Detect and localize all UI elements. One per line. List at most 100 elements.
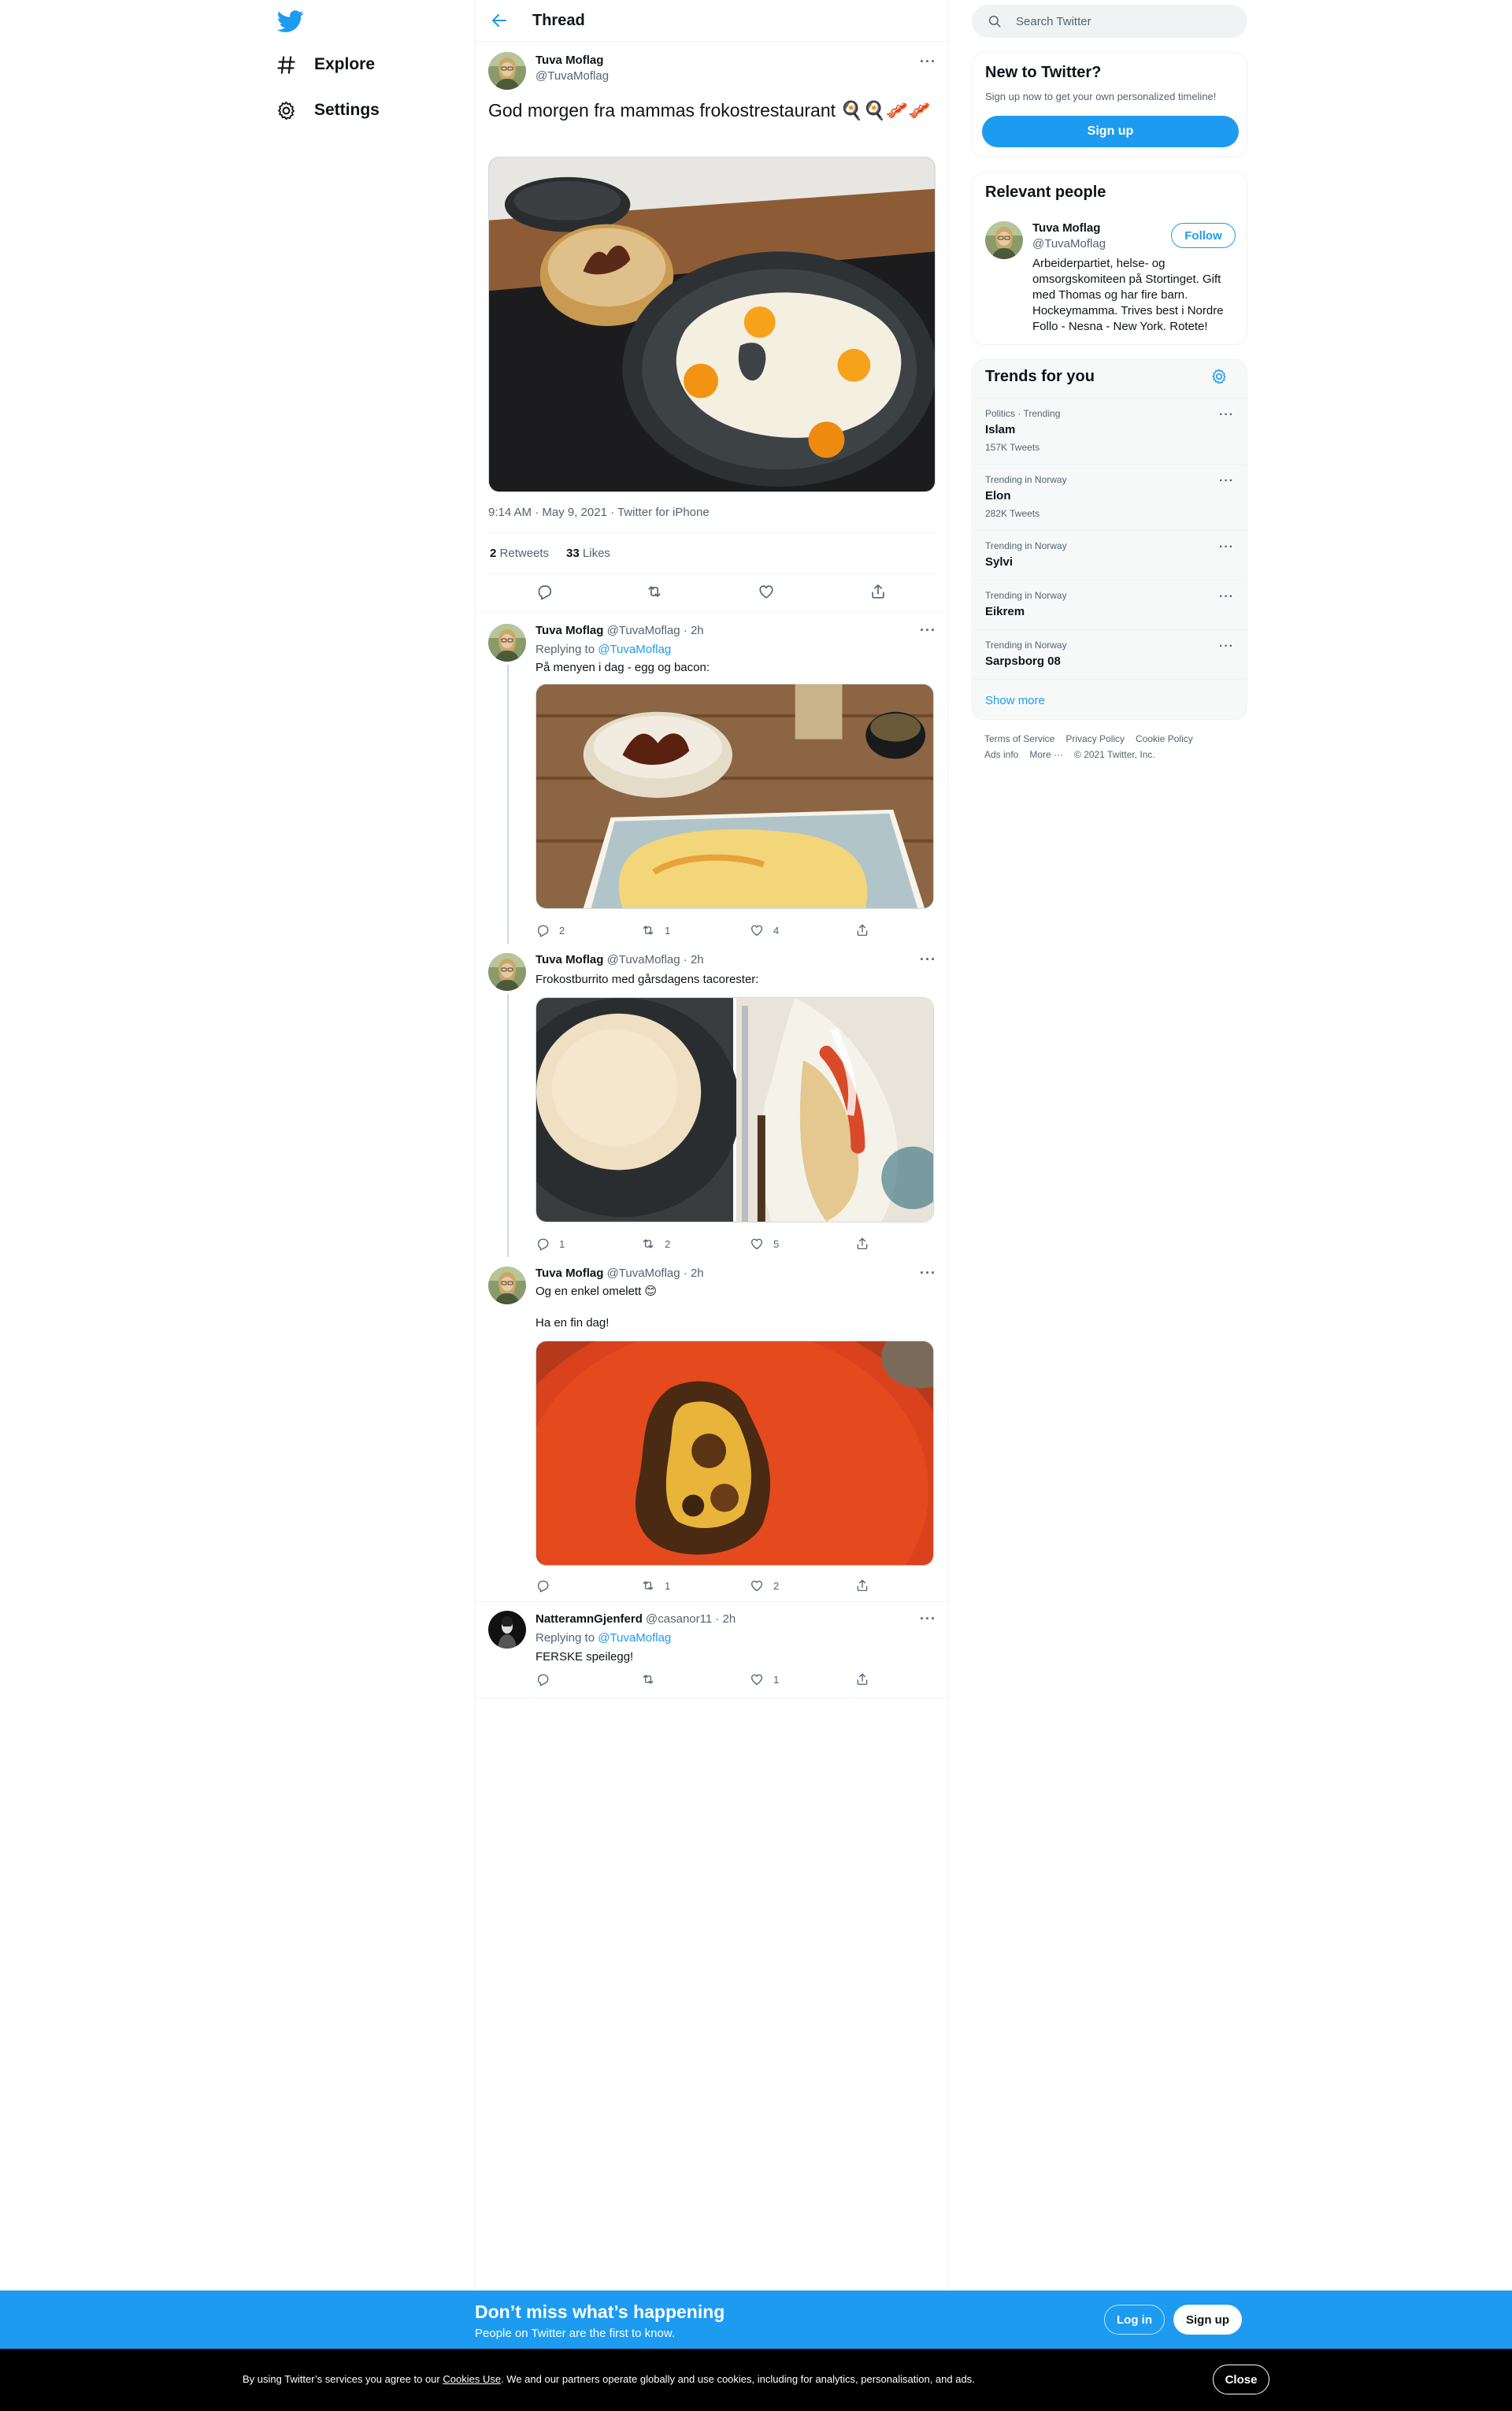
- reply-action[interactable]: 1: [536, 1237, 565, 1251]
- more-options-icon[interactable]: ···: [920, 1611, 936, 1627]
- likes-stat[interactable]: 33 Likes: [566, 547, 610, 560]
- more-options-icon[interactable]: ···: [1219, 590, 1234, 604]
- share-action[interactable]: [855, 1578, 869, 1593]
- footer-link-ads[interactable]: Ads info: [984, 749, 1018, 760]
- like-action[interactable]: 2: [750, 1578, 779, 1593]
- more-options-icon[interactable]: ···: [1219, 474, 1234, 488]
- tweet-photo-eggs-bacon[interactable]: [488, 157, 936, 492]
- retweet-action[interactable]: 1: [641, 1578, 670, 1593]
- footer-link-terms[interactable]: Terms of Service: [984, 733, 1054, 744]
- retweet-action[interactable]: 1: [641, 923, 670, 937]
- like-icon[interactable]: [758, 583, 775, 600]
- retweet-action[interactable]: [641, 1672, 665, 1686]
- cookies-use-link[interactable]: Cookies Use: [443, 2373, 501, 2385]
- show-more-link[interactable]: Show more: [985, 694, 1045, 707]
- author-handle[interactable]: @casanor11: [646, 1612, 712, 1626]
- sign-up-button[interactable]: Sign up: [1173, 2305, 1242, 2335]
- author-name[interactable]: Tuva Moflag: [536, 624, 603, 637]
- reply-tweet[interactable]: Tuva Moflag @TuvaMoflag · 2h ··· Replyin…: [476, 613, 948, 944]
- relevant-people-card: Relevant people Tuva Moflag @TuvaMoflag …: [972, 172, 1247, 345]
- tweet-time[interactable]: · 2h: [684, 624, 704, 637]
- nav-item-settings[interactable]: Settings: [276, 88, 380, 132]
- tweet-text: God morgen fra mammas frokostrestaurant …: [488, 100, 931, 121]
- reply-tweet[interactable]: Tuva Moflag @TuvaMoflag · 2h ··· Frokost…: [476, 942, 948, 1257]
- follow-button[interactable]: Follow: [1171, 223, 1236, 248]
- search-input[interactable]: [1016, 14, 1221, 28]
- tweet-text-line-2: Ha en fin dag!: [536, 1316, 610, 1330]
- trend-item[interactable]: Politics · Trending Islam 157K Tweets ··…: [973, 398, 1247, 464]
- reply-action[interactable]: 2: [536, 923, 565, 937]
- like-action[interactable]: 1: [750, 1672, 779, 1686]
- twitter-bird-icon[interactable]: [277, 8, 304, 35]
- person-handle[interactable]: @TuvaMoflag: [1032, 237, 1106, 250]
- tweet-time[interactable]: · 2h: [684, 953, 704, 966]
- tweet-time[interactable]: · 2h: [684, 1267, 704, 1280]
- footer-link-more[interactable]: More ···: [1029, 749, 1063, 760]
- cookie-text: By using Twitter’s services you agree to…: [243, 2373, 975, 2385]
- reply-action[interactable]: [536, 1672, 559, 1686]
- trend-item[interactable]: Trending in Norway Sarpsborg 08 ···: [973, 629, 1247, 679]
- tweet-timestamp[interactable]: 9:14 AM · May 9, 2021 · Twitter for iPho…: [488, 506, 710, 519]
- more-options-icon[interactable]: ···: [1219, 540, 1234, 555]
- footer-link-privacy[interactable]: Privacy Policy: [1065, 733, 1125, 744]
- like-action[interactable]: 4: [750, 923, 779, 937]
- author-name[interactable]: Tuva Moflag: [536, 1267, 603, 1280]
- log-in-button[interactable]: Log in: [1104, 2305, 1165, 2335]
- retweet-icon: [641, 1578, 655, 1593]
- mention-link[interactable]: @TuvaMoflag: [598, 1631, 671, 1645]
- nav-item-explore[interactable]: Explore: [276, 43, 375, 87]
- person-name[interactable]: Tuva Moflag: [1032, 221, 1100, 235]
- back-arrow-icon[interactable]: [490, 11, 509, 30]
- reply-header: NatteramnGjenferd @casanor11 · 2h: [536, 1612, 736, 1626]
- more-options-icon[interactable]: ···: [920, 622, 936, 639]
- share-action[interactable]: [855, 923, 869, 937]
- author-handle[interactable]: @TuvaMoflag: [607, 624, 680, 637]
- avatar[interactable]: [488, 953, 526, 991]
- avatar[interactable]: [488, 1267, 526, 1304]
- close-button[interactable]: Close: [1213, 2365, 1269, 2394]
- share-action[interactable]: [855, 1237, 869, 1251]
- reply-tweet[interactable]: Tuva Moflag @TuvaMoflag · 2h ··· Og en e…: [476, 1256, 948, 1602]
- tweet-photo-burrito[interactable]: [536, 997, 934, 1222]
- tweet-photo-omelette[interactable]: [536, 1341, 934, 1566]
- reply-header: Tuva Moflag @TuvaMoflag · 2h: [536, 953, 704, 966]
- trend-item[interactable]: Trending in Norway Sylvi ···: [973, 530, 1247, 580]
- author-handle[interactable]: @TuvaMoflag: [536, 69, 609, 83]
- author-handle[interactable]: @TuvaMoflag: [607, 1267, 680, 1280]
- search-box[interactable]: [972, 5, 1247, 38]
- author-name[interactable]: Tuva Moflag: [536, 953, 603, 966]
- tweet-time[interactable]: · 2h: [715, 1612, 736, 1626]
- avatar[interactable]: [985, 221, 1023, 259]
- share-action[interactable]: [855, 1672, 869, 1686]
- more-options-icon[interactable]: ···: [1219, 640, 1234, 654]
- avatar[interactable]: [488, 52, 526, 90]
- retweet-icon: [641, 1672, 655, 1686]
- share-icon[interactable]: [869, 583, 887, 600]
- like-action[interactable]: 5: [750, 1237, 779, 1251]
- author-handle[interactable]: @TuvaMoflag: [607, 953, 680, 966]
- more-options-icon[interactable]: ···: [920, 54, 936, 70]
- footer-link-cookie[interactable]: Cookie Policy: [1136, 733, 1193, 744]
- trend-item[interactable]: Trending in Norway Eikrem ···: [973, 580, 1247, 629]
- share-icon: [855, 1578, 869, 1593]
- mention-link[interactable]: @TuvaMoflag: [598, 643, 671, 656]
- author-name[interactable]: Tuva Moflag: [536, 54, 603, 67]
- avatar[interactable]: [488, 1611, 526, 1649]
- more-options-icon[interactable]: ···: [920, 1265, 936, 1282]
- reply-action[interactable]: [536, 1578, 559, 1593]
- retweets-stat[interactable]: 2 Retweets: [490, 547, 549, 560]
- nav-item-label: Explore: [314, 55, 376, 73]
- tweet-actions: 2 1 4: [536, 923, 945, 940]
- author-name[interactable]: NatteramnGjenferd: [536, 1612, 643, 1626]
- tweet-photo-breakfast-plate[interactable]: [536, 684, 934, 909]
- reply-icon[interactable]: [536, 583, 553, 600]
- retweet-action[interactable]: 2: [641, 1237, 670, 1251]
- avatar[interactable]: [488, 624, 526, 662]
- more-options-icon[interactable]: ···: [1219, 408, 1234, 422]
- gear-icon[interactable]: [1210, 368, 1228, 385]
- retweet-icon[interactable]: [646, 583, 663, 600]
- more-options-icon[interactable]: ···: [920, 951, 936, 968]
- sign-up-button[interactable]: Sign up: [982, 116, 1239, 147]
- trend-item[interactable]: Trending in Norway Elon 282K Tweets ···: [973, 464, 1247, 530]
- reply-tweet[interactable]: NatteramnGjenferd @casanor11 · 2h ··· Re…: [476, 1603, 948, 1698]
